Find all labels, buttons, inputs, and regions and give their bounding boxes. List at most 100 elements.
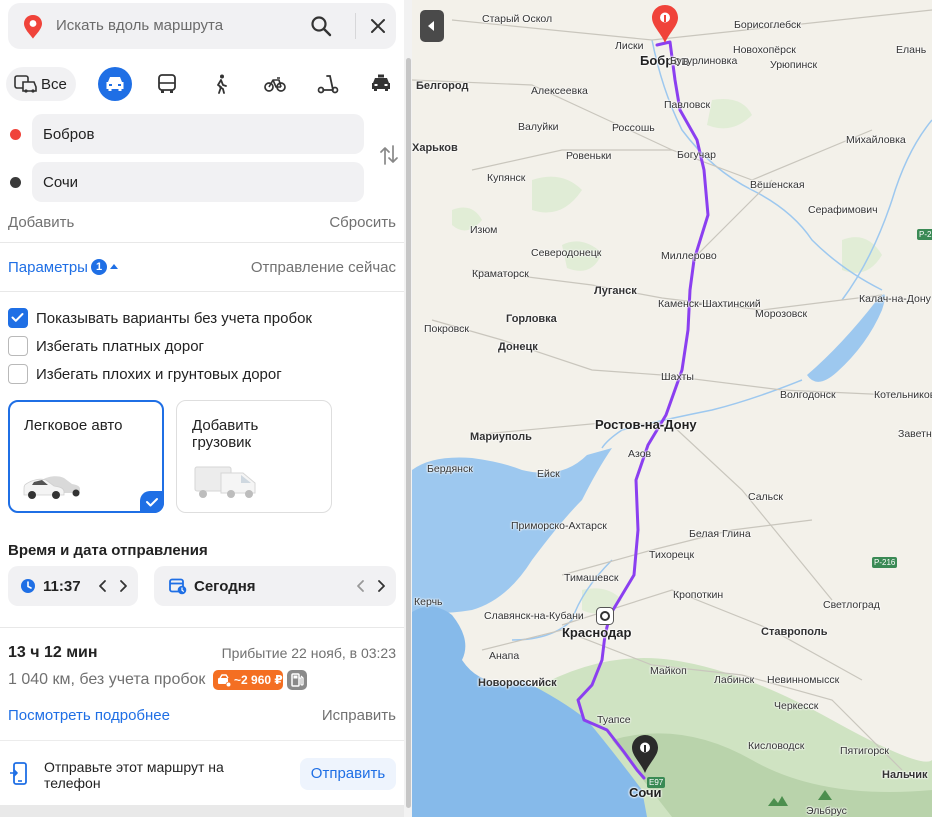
add-point-button[interactable]: Добавить — [8, 214, 74, 231]
send-to-phone-button[interactable]: Отправить — [300, 758, 396, 790]
collapse-panel-button[interactable] — [420, 10, 444, 42]
bicycle-icon[interactable] — [264, 74, 286, 94]
city-label[interactable]: Морозовск — [755, 308, 807, 320]
city-label[interactable]: Елань — [896, 44, 926, 56]
vehicle-car-card[interactable]: Легковое авто — [8, 400, 164, 513]
chevron-right-icon[interactable] — [116, 579, 130, 593]
option-no-traffic-checkbox[interactable] — [8, 308, 28, 328]
route-details-link[interactable]: Посмотреть подробнее — [8, 707, 170, 724]
chevron-left-icon[interactable] — [354, 579, 368, 593]
city-label[interactable]: Горловка — [506, 313, 557, 325]
city-label[interactable]: Приморско-Ахтарск — [511, 520, 607, 532]
mode-car-button[interactable] — [98, 67, 132, 101]
city-label[interactable]: Северодонецк — [531, 247, 601, 259]
departure-date-picker[interactable]: Сегодня — [154, 566, 396, 606]
caret-up-icon[interactable] — [110, 264, 118, 269]
scrollbar-thumb[interactable] — [406, 58, 411, 808]
map-view[interactable]: Старый Оскол Борисоглебск Лиски Бобров Елань… — [412, 0, 932, 817]
city-label[interactable]: Богучар — [677, 149, 716, 161]
city-label[interactable]: Белгород — [416, 80, 468, 92]
route-to-field[interactable]: Сочи — [32, 162, 364, 202]
city-label[interactable]: Керчь — [414, 596, 443, 608]
city-label[interactable]: Эльбрус — [806, 805, 847, 817]
taxi-icon[interactable] — [370, 74, 392, 94]
departure-time-value[interactable]: 11:37 — [43, 578, 81, 595]
city-label[interactable]: Покровск — [424, 323, 469, 335]
city-label[interactable]: Алексеевка — [531, 85, 588, 97]
panel-scrollbar[interactable] — [404, 0, 412, 817]
city-label[interactable]: Кисловодск — [748, 740, 804, 752]
departure-time-link[interactable]: Отправление сейчас — [251, 259, 396, 276]
end-pin-icon[interactable] — [630, 734, 660, 774]
city-label[interactable]: Старый Оскол — [482, 13, 552, 25]
city-label[interactable]: Новороссийск — [478, 677, 557, 689]
option-avoid-bad-roads-label[interactable]: Избегать плохих и грунтовых дорог — [36, 366, 282, 383]
walking-icon[interactable] — [210, 74, 232, 94]
departure-date-value[interactable]: Сегодня — [194, 578, 256, 595]
city-label[interactable]: Лиски — [615, 40, 643, 52]
parameters-toggle[interactable]: Параметры — [8, 259, 88, 276]
city-label[interactable]: Михайловка — [846, 134, 906, 146]
city-label[interactable]: Бердянск — [427, 463, 473, 475]
scooter-icon[interactable] — [317, 74, 339, 94]
city-label[interactable]: Ейск — [537, 468, 560, 480]
add-truck-card[interactable]: Добавить грузовик — [176, 400, 332, 513]
route-from-value[interactable]: Бобров — [43, 126, 94, 143]
swap-points-icon[interactable] — [379, 144, 399, 166]
city-label[interactable]: Ровеньки — [566, 150, 611, 162]
close-icon[interactable] — [368, 16, 388, 36]
chevron-left-icon[interactable] — [96, 579, 110, 593]
city-label[interactable]: Пятигорск — [840, 745, 889, 757]
city-label[interactable]: Сальск — [748, 491, 783, 503]
search-icon[interactable] — [310, 15, 332, 37]
city-label[interactable]: Валуйки — [518, 121, 559, 133]
city-label[interactable]: Туапсе — [597, 714, 631, 726]
city-label[interactable]: Кропоткин — [673, 589, 723, 601]
city-label[interactable]: Краснодар — [562, 625, 631, 640]
city-label[interactable]: Азов — [628, 448, 651, 460]
city-label[interactable]: Серафимович — [808, 204, 878, 216]
city-label[interactable]: Заветное — [898, 428, 932, 440]
city-label[interactable]: Вёшенская — [750, 179, 805, 191]
route-from-field[interactable]: Бобров — [32, 114, 364, 154]
city-label[interactable]: Анапа — [489, 650, 519, 662]
city-label[interactable]: Купянск — [487, 172, 525, 184]
route-search-bar[interactable]: Искать вдоль маршрута — [8, 3, 396, 49]
city-label[interactable]: Тимашевск — [564, 572, 618, 584]
chevron-right-icon[interactable] — [374, 579, 388, 593]
city-label[interactable]: Нальчик — [882, 769, 928, 781]
city-label[interactable]: Славянск-на-Кубани — [484, 610, 584, 622]
city-label[interactable]: Белая Глина — [689, 528, 751, 540]
city-label[interactable]: Невинномысск — [767, 674, 839, 686]
option-avoid-bad-roads-checkbox[interactable] — [8, 364, 28, 384]
traffic-camera-icon[interactable] — [596, 607, 614, 625]
city-label[interactable]: Светлоград — [823, 599, 880, 611]
city-label[interactable]: Мариуполь — [470, 431, 532, 443]
mode-all-button[interactable]: Все — [6, 67, 76, 101]
city-label[interactable]: Лабинск — [714, 674, 754, 686]
bus-icon[interactable] — [156, 74, 178, 94]
city-label[interactable]: Черкесск — [774, 700, 818, 712]
route-summary-card[interactable]: 13 ч 12 мин Прибытие 22 нояб, в 03:23 1 … — [0, 628, 404, 740]
city-label[interactable]: Донецк — [498, 341, 538, 353]
city-label[interactable]: Ставрополь — [761, 626, 828, 638]
option-no-traffic-label[interactable]: Показывать варианты без учета пробок — [36, 310, 312, 327]
route-to-value[interactable]: Сочи — [43, 174, 78, 191]
option-avoid-tolls-label[interactable]: Избегать платных дорог — [36, 338, 204, 355]
option-avoid-tolls-checkbox[interactable] — [8, 336, 28, 356]
city-label[interactable]: Павловск — [664, 99, 710, 111]
city-label[interactable]: Бутурлиновка — [670, 55, 737, 67]
map-canvas[interactable] — [412, 0, 932, 817]
reset-route-button[interactable]: Сбросить — [329, 214, 396, 231]
city-label[interactable]: Изюм — [470, 224, 497, 236]
city-label[interactable]: Волгодонск — [780, 389, 836, 401]
city-label[interactable]: Миллерово — [661, 250, 717, 262]
city-label[interactable]: Калач-на-Дону — [859, 293, 931, 305]
start-pin-icon[interactable] — [650, 4, 680, 44]
report-issue-link[interactable]: Исправить — [322, 707, 396, 724]
city-label[interactable]: Тихорецк — [649, 549, 694, 561]
city-label[interactable]: Краматорск — [472, 268, 529, 280]
city-label[interactable]: Новохопёрск — [733, 44, 796, 56]
city-label[interactable]: Майкоп — [650, 665, 687, 677]
city-label[interactable]: Борисоглебск — [734, 19, 801, 31]
